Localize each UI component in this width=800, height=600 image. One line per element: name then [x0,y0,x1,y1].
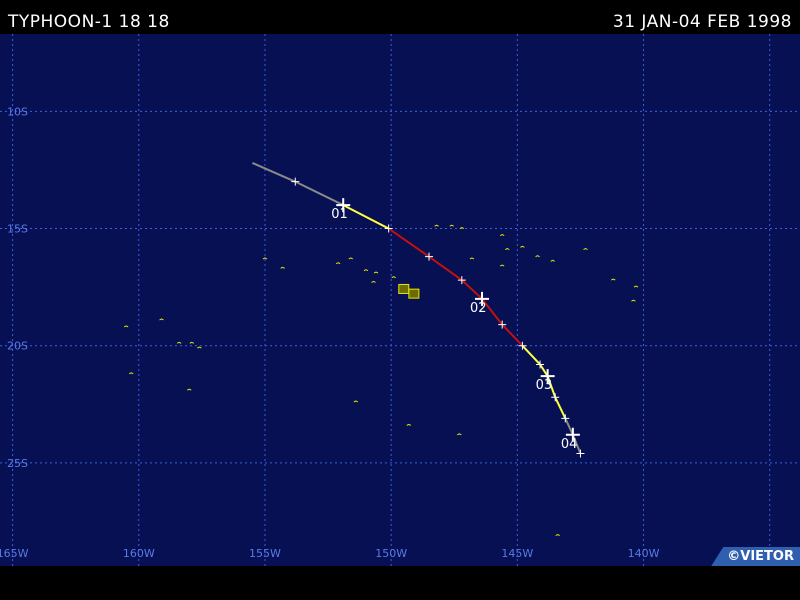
day-label: 01 [331,207,348,222]
lat-label: 20S [7,340,28,353]
day-label: 02 [470,301,487,316]
day-label: 04 [561,437,578,452]
lon-label: 155W [249,547,281,560]
lon-label: 145W [501,547,533,560]
lon-label: 140W [628,547,660,560]
lon-label: 165W [0,547,29,560]
credit-badge: ©VIETOR [711,547,800,566]
map-title: TYPHOON-1 18 18 [8,12,170,32]
lat-label: 25S [7,457,28,470]
lon-label: 160W [123,547,155,560]
ocean-background [0,34,800,566]
day-label: 03 [536,378,553,393]
track-map[interactable]: 01020304 165W160W155W150W145W140W135W10S… [0,34,800,566]
date-range: 31 JAN-04 FEB 1998 [612,12,792,32]
map-canvas: 01020304 165W160W155W150W145W140W135W10S… [0,34,800,566]
lat-label: 10S [7,105,28,118]
lat-label: 15S [7,223,28,236]
island-marker [408,288,420,299]
lon-label: 150W [375,547,407,560]
island-marker [398,283,410,294]
